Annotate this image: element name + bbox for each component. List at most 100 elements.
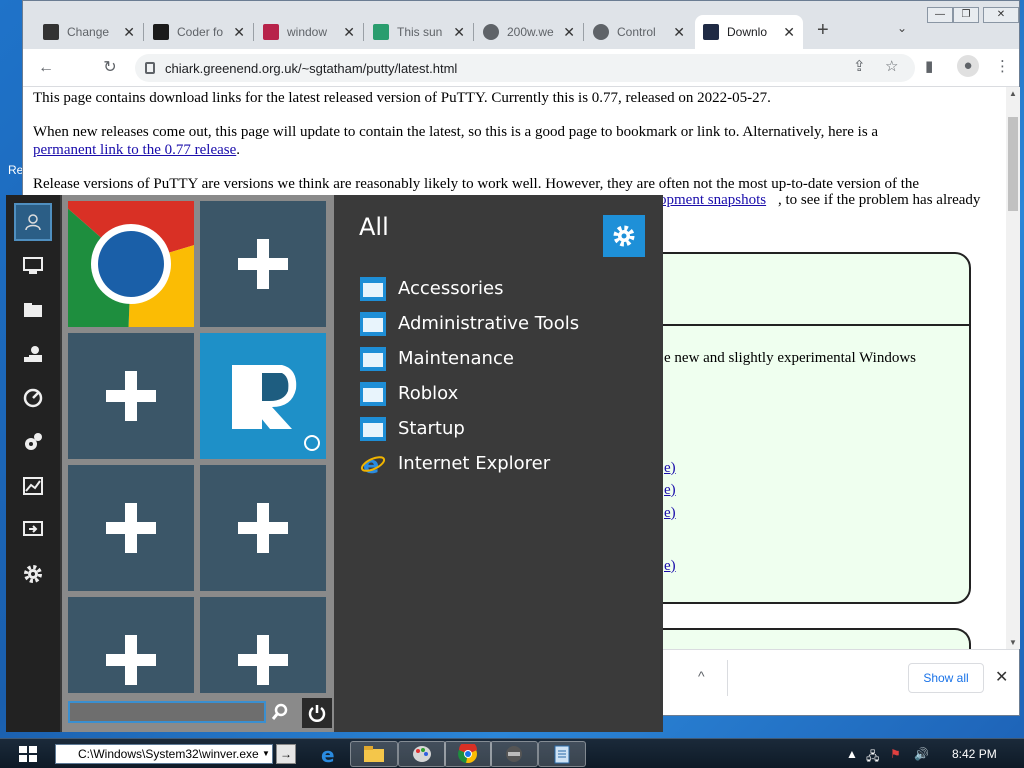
run-address-input[interactable]: C:\Windows\System32\winver.exe bbox=[55, 744, 273, 764]
tab-2[interactable]: window ✕ bbox=[255, 15, 363, 49]
tab-3[interactable]: This sun ✕ bbox=[365, 15, 473, 49]
close-icon[interactable]: ✕ bbox=[783, 24, 795, 41]
program-list: Accessories Administrative Tools Mainten… bbox=[360, 271, 579, 481]
users-icon[interactable] bbox=[14, 335, 52, 373]
taskbar-edge[interactable]: e bbox=[306, 741, 354, 767]
tab-title: Control bbox=[617, 25, 656, 39]
tab-0[interactable]: Change ✕ bbox=[35, 15, 143, 49]
gears-icon[interactable] bbox=[14, 423, 52, 461]
close-icon[interactable]: ✕ bbox=[343, 24, 355, 41]
start-menu: All Accessories Administrative Tools Mai… bbox=[6, 195, 663, 732]
snapshots-link[interactable]: opment snapshots bbox=[659, 192, 766, 209]
bookmark-star-icon[interactable]: ☆ bbox=[885, 57, 898, 75]
chrome-icon bbox=[68, 201, 194, 327]
taskbar-chrome[interactable] bbox=[444, 741, 492, 767]
dashboard-icon[interactable] bbox=[14, 379, 52, 417]
run-go-button[interactable]: → bbox=[276, 744, 296, 764]
back-button[interactable]: ← bbox=[35, 57, 57, 79]
tab-6-active[interactable]: Downlo ✕ bbox=[695, 15, 803, 49]
roblox-tile[interactable] bbox=[200, 333, 326, 459]
permanent-link[interactable]: permanent link to the 0.77 release bbox=[33, 142, 236, 158]
browser-toolbar: ← ↻ chiark.greenend.org.uk/~sgtatham/put… bbox=[23, 49, 1019, 87]
close-icon[interactable]: ✕ bbox=[233, 24, 245, 41]
network-icon[interactable]: 🖧 bbox=[866, 747, 879, 768]
close-icon[interactable]: ✕ bbox=[123, 24, 135, 41]
taskbar-clock[interactable]: 8:42 PM bbox=[952, 747, 997, 761]
taskbar-notepad[interactable] bbox=[538, 741, 586, 767]
start-menu-sidebar bbox=[6, 195, 60, 732]
close-icon[interactable]: ✕ bbox=[563, 24, 575, 41]
tab-search-button[interactable]: ⌄ bbox=[897, 21, 907, 35]
scroll-thumb[interactable] bbox=[1008, 117, 1018, 211]
program-item[interactable]: Accessories bbox=[360, 271, 579, 306]
scroll-up-icon[interactable]: ▲ bbox=[1009, 89, 1017, 98]
release-paragraph: When new releases come out, this page wi… bbox=[33, 124, 879, 158]
more-menu-icon[interactable]: ⋮ bbox=[995, 57, 1010, 75]
display-icon[interactable] bbox=[14, 511, 52, 549]
address-bar[interactable]: chiark.greenend.org.uk/~sgtatham/putty/l… bbox=[135, 54, 915, 82]
add-tile-button[interactable] bbox=[68, 597, 194, 693]
page-scrollbar[interactable]: ▲ ▼ bbox=[1006, 87, 1020, 649]
program-item[interactable]: e Internet Explorer bbox=[360, 446, 579, 481]
chrome-tile[interactable] bbox=[68, 201, 194, 327]
all-programs-heading: All bbox=[359, 213, 389, 241]
add-tile-button[interactable] bbox=[68, 333, 194, 459]
tab-title: Downlo bbox=[727, 25, 768, 39]
program-item[interactable]: Maintenance bbox=[360, 341, 579, 376]
file-explorer-icon bbox=[364, 746, 384, 762]
chevron-up-icon[interactable]: ^ bbox=[698, 668, 705, 684]
new-tab-button[interactable]: + bbox=[817, 19, 829, 42]
program-item[interactable]: Roblox bbox=[360, 376, 579, 411]
folder-icon[interactable] bbox=[14, 291, 52, 329]
taskbar-explorer[interactable] bbox=[350, 741, 398, 767]
tab-4[interactable]: 200w.we ✕ bbox=[475, 15, 583, 49]
start-button[interactable] bbox=[18, 745, 38, 763]
taskbar-paint[interactable] bbox=[398, 741, 446, 767]
tab-5[interactable]: Control ✕ bbox=[585, 15, 693, 49]
add-tile-button[interactable] bbox=[200, 597, 326, 693]
computer-icon[interactable] bbox=[14, 247, 52, 285]
program-item[interactable]: Startup bbox=[360, 411, 579, 446]
download-link[interactable]: e) bbox=[664, 558, 676, 575]
versions-paragraph: Release versions of PuTTY are versions w… bbox=[33, 176, 920, 192]
power-button[interactable] bbox=[302, 698, 332, 728]
maximize-button[interactable]: ❐ bbox=[953, 7, 979, 23]
ie-icon: e bbox=[360, 451, 386, 479]
show-all-button[interactable]: Show all bbox=[908, 663, 984, 693]
volume-icon[interactable]: 🔊 bbox=[914, 747, 929, 761]
add-tile-button[interactable] bbox=[200, 465, 326, 591]
share-icon[interactable]: ⇪ bbox=[853, 57, 866, 75]
chevron-down-icon[interactable]: ▼ bbox=[262, 749, 270, 758]
download-link[interactable]: e) bbox=[664, 505, 676, 522]
tab-1[interactable]: Coder fo ✕ bbox=[145, 15, 253, 49]
user-icon[interactable] bbox=[14, 203, 52, 241]
start-settings-button[interactable] bbox=[603, 215, 645, 257]
profile-avatar-icon[interactable]: ● bbox=[957, 55, 979, 77]
reload-button[interactable]: ↻ bbox=[99, 57, 121, 79]
action-center-icon[interactable]: ⚑ bbox=[890, 747, 901, 761]
taskbar-app-helmet[interactable] bbox=[490, 741, 538, 767]
chart-icon[interactable] bbox=[14, 467, 52, 505]
search-icon[interactable] bbox=[268, 700, 292, 724]
show-hidden-icons-icon[interactable]: ▲ bbox=[846, 747, 858, 761]
close-icon[interactable]: ✕ bbox=[673, 24, 685, 41]
close-icon[interactable]: ✕ bbox=[453, 24, 465, 41]
close-download-bar-button[interactable]: ✕ bbox=[995, 667, 1008, 687]
window-close-button[interactable]: ✕ bbox=[983, 7, 1019, 23]
power-icon bbox=[308, 705, 326, 722]
page-text-fragment: e new and slightly experimental Windows bbox=[664, 350, 916, 366]
url-text: chiark.greenend.org.uk/~sgtatham/putty/l… bbox=[165, 60, 458, 76]
add-tile-button[interactable] bbox=[200, 201, 326, 327]
scroll-down-icon[interactable]: ▼ bbox=[1009, 638, 1017, 647]
settings-icon[interactable] bbox=[14, 555, 52, 593]
side-panel-icon[interactable]: ▮ bbox=[925, 57, 933, 75]
plus-icon bbox=[106, 371, 156, 421]
download-link[interactable]: e) bbox=[664, 460, 676, 477]
minimize-button[interactable]: — bbox=[927, 7, 953, 23]
folder-icon bbox=[360, 346, 386, 371]
add-tile-button[interactable] bbox=[68, 465, 194, 591]
download-link[interactable]: e) bbox=[664, 482, 676, 499]
program-item[interactable]: Administrative Tools bbox=[360, 306, 579, 341]
start-search-input[interactable] bbox=[68, 701, 266, 723]
plus-icon bbox=[106, 503, 156, 553]
